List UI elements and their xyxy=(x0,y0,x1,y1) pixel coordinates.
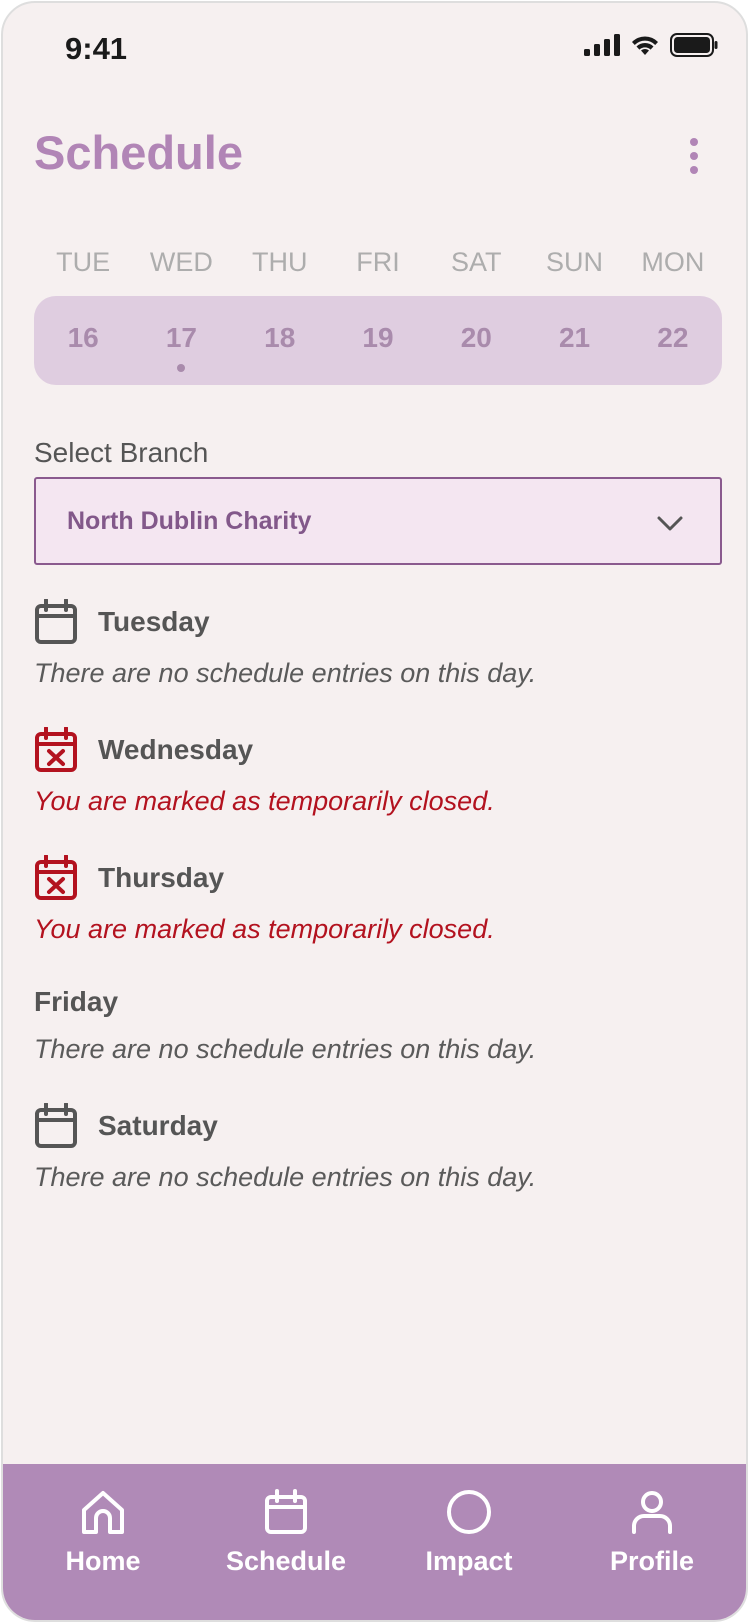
user-icon xyxy=(632,1491,672,1534)
event-dot-indicator xyxy=(177,364,186,372)
calendar-icon xyxy=(35,1103,77,1148)
wifi-icon xyxy=(632,36,658,55)
weekday-label: TUE xyxy=(56,247,111,277)
day-note-closed: You are marked as temporarily closed. xyxy=(34,914,495,944)
signal-icon xyxy=(584,34,620,56)
calendar-closed-icon xyxy=(35,855,77,900)
day-heading-wednesday: Wednesday xyxy=(34,727,253,773)
weekday-label: WED xyxy=(149,247,213,277)
branch-selected-value: North Dublin Charity xyxy=(67,507,312,535)
bottom-navigation: Home Schedule Impact Profile xyxy=(3,1464,746,1620)
nav-label: Home xyxy=(65,1546,141,1576)
circle-icon xyxy=(447,1490,491,1534)
day-heading-thursday: Thursday xyxy=(34,855,224,901)
phone-screen: 9:41 Schedule TUE WED THU FRI SAT SUN MO… xyxy=(1,1,748,1622)
page-title: Schedule xyxy=(34,126,243,179)
date-number: 17 xyxy=(165,322,197,353)
day-note-closed: You are marked as temporarily closed. xyxy=(34,786,495,816)
day-note: There are no schedule entries on this da… xyxy=(34,658,537,688)
branch-label: Select Branch xyxy=(34,437,209,468)
day-heading-friday: Friday xyxy=(34,986,118,1018)
day-name: Tuesday xyxy=(98,606,210,637)
day-name: Thursday xyxy=(98,862,225,893)
date-20[interactable]: 20 xyxy=(427,296,525,385)
day-heading-saturday: Saturday xyxy=(34,1103,218,1149)
status-icons xyxy=(584,33,718,57)
more-options-button[interactable] xyxy=(683,137,705,177)
date-19[interactable]: 19 xyxy=(329,296,427,385)
date-18[interactable]: 18 xyxy=(231,296,329,385)
weekday-label: SUN xyxy=(546,247,604,277)
calendar-icon xyxy=(35,599,77,644)
day-heading-tuesday: Tuesday xyxy=(34,599,210,645)
chevron-down-icon xyxy=(657,516,683,531)
date-21[interactable]: 21 xyxy=(525,296,623,385)
weekday-label: THU xyxy=(251,247,308,277)
day-note: There are no schedule entries on this da… xyxy=(34,1034,537,1064)
date-16[interactable]: 16 xyxy=(34,296,132,385)
status-time: 9:41 xyxy=(65,31,128,66)
nav-label: Schedule xyxy=(225,1546,347,1576)
calendar-icon xyxy=(265,1489,307,1534)
calendar-closed-icon xyxy=(35,727,77,772)
day-name: Friday xyxy=(34,986,119,1017)
week-day-labels: TUE WED THU FRI SAT SUN MON xyxy=(34,247,722,278)
day-name: Saturday xyxy=(98,1110,218,1141)
home-icon xyxy=(82,1491,124,1534)
nav-label: Profile xyxy=(609,1546,695,1576)
weekday-label: SAT xyxy=(451,247,502,277)
date-22[interactable]: 22 xyxy=(624,296,722,385)
nav-label: Impact xyxy=(425,1546,513,1576)
branch-select[interactable]: North Dublin Charity xyxy=(34,477,722,565)
battery-icon xyxy=(670,33,718,57)
day-name: Wednesday xyxy=(98,734,254,765)
day-note: There are no schedule entries on this da… xyxy=(34,1162,537,1192)
weekday-label: FRI xyxy=(356,247,400,277)
weekday-label: MON xyxy=(641,247,705,277)
week-date-strip: 16 17 18 19 20 21 22 xyxy=(34,296,722,385)
more-vertical-icon xyxy=(690,138,698,174)
date-17[interactable]: 17 xyxy=(132,296,230,385)
